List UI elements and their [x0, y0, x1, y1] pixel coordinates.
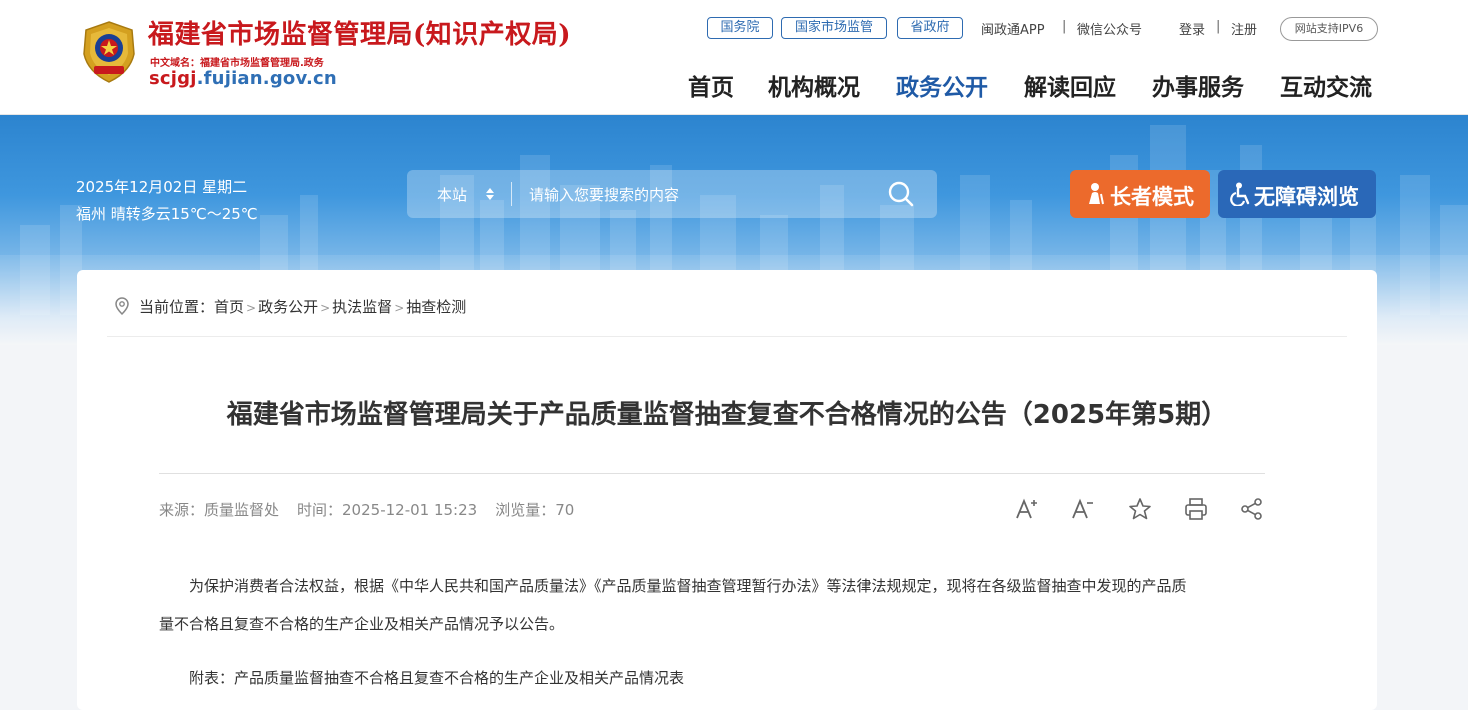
breadcrumb-separator: > — [320, 301, 331, 315]
nav-home[interactable]: 首页 — [688, 68, 734, 102]
paragraph-line: 为保护消费者合法权益，根据《中华人民共和国产品质量法》《产品质量监督抽查管理暂行… — [189, 577, 1187, 595]
search-icon[interactable] — [887, 180, 915, 208]
breadcrumb-gov-affairs[interactable]: 政务公开 — [258, 298, 318, 316]
print-icon[interactable] — [1183, 496, 1209, 522]
article-title: 福建省市场监督管理局关于产品质量监督抽查复查不合格情况的公告（2025年第5期） — [226, 400, 1228, 430]
font-increase-icon[interactable] — [1014, 496, 1040, 522]
elder-mode-label: 长者模式 — [1110, 185, 1194, 209]
article-time: 时间：2025-12-01 15:23 — [297, 501, 478, 519]
nav-about[interactable]: 机构概况 — [768, 68, 860, 102]
nav-interpretation[interactable]: 解读回应 — [1024, 68, 1116, 102]
search-divider — [511, 182, 512, 206]
link-samr[interactable]: 国家市场监管 — [781, 17, 887, 39]
paragraph-line: 量不合格且复查不合格的生产企业及相关产品情况予以公告。 — [159, 615, 565, 633]
location-pin-icon — [115, 297, 129, 316]
search-input[interactable] — [527, 178, 871, 212]
article-views: 浏览量：70 — [495, 501, 575, 519]
link-wechat[interactable]: 微信公众号 — [1077, 19, 1142, 38]
weather-info: 福州 晴转多云15℃～25℃ — [76, 205, 258, 223]
search-bar: 本站 — [407, 170, 937, 218]
link-state-council[interactable]: 国务院 — [707, 17, 773, 39]
breadcrumb-inspection[interactable]: 抽查检测 — [406, 298, 466, 316]
separator: | — [1062, 19, 1067, 34]
share-icon[interactable] — [1239, 496, 1265, 522]
ipv6-badge: 网站支持IPV6 — [1280, 17, 1378, 41]
nav-services[interactable]: 办事服务 — [1152, 68, 1244, 102]
article-paragraph-1: 为保护消费者合法权益，根据《中华人民共和国产品质量法》《产品质量监督抽查管理暂行… — [159, 567, 1265, 643]
accessible-browse-button[interactable]: 无障碍浏览 — [1218, 170, 1376, 218]
separator: | — [1216, 19, 1221, 34]
link-province-gov[interactable]: 省政府 — [897, 17, 963, 39]
elder-person-icon — [1089, 183, 1104, 205]
article-attachment-note: 附表：产品质量监督抽查不合格且复查不合格的生产企业及相关产品情况表 — [189, 669, 685, 687]
register-link[interactable]: 注册 — [1231, 19, 1257, 38]
updown-arrow-icon[interactable] — [485, 185, 495, 203]
article-source: 来源：质量监督处 — [159, 501, 280, 519]
nav-interaction[interactable]: 互动交流 — [1280, 68, 1372, 102]
elder-mode-button[interactable]: 长者模式 — [1070, 170, 1210, 218]
breadcrumb-enforcement[interactable]: 执法监督 — [332, 298, 392, 316]
chinese-domain: 中文域名：福建省市场监督管理局.政务 — [150, 58, 324, 69]
site-domain: scjgj.fujian.gov.cn — [149, 68, 337, 89]
link-app[interactable]: 闽政通APP — [981, 19, 1045, 38]
breadcrumb-divider — [107, 336, 1347, 337]
breadcrumb-separator: > — [246, 301, 257, 315]
breadcrumb-prefix: 当前位置： — [139, 298, 215, 316]
star-favorite-icon[interactable] — [1127, 496, 1153, 522]
domain-prefix: scjgj — [149, 68, 197, 89]
top-links: 国务院 国家市场监管 省政府 闽政通APP | 微信公众号 登录 | 注册 网站… — [0, 17, 1468, 41]
login-link[interactable]: 登录 — [1179, 19, 1205, 38]
breadcrumb-home[interactable]: 首页 — [214, 298, 244, 316]
title-divider — [159, 473, 1265, 474]
domain-suffix: .fujian.gov.cn — [196, 68, 337, 89]
breadcrumb-separator: > — [394, 301, 405, 315]
breadcrumb: 当前位置：首页 > 政务公开 > 执法监督 > 抽查检测 — [139, 296, 466, 317]
search-scope-select[interactable]: 本站 — [437, 184, 467, 205]
font-decrease-icon[interactable] — [1070, 496, 1096, 522]
article-meta: 来源：质量监督处 时间：2025-12-01 15:23 浏览量：70 — [159, 499, 592, 520]
nav-gov-affairs[interactable]: 政务公开 — [896, 68, 988, 102]
site-header: 福建省市场监督管理局(知识产权局) 中文域名：福建省市场监督管理局.政务 scj… — [0, 0, 1468, 115]
accessible-browse-label: 无障碍浏览 — [1254, 185, 1359, 209]
current-date: 2025年12月02日 星期二 — [76, 178, 248, 196]
article-card: 当前位置：首页 > 政务公开 > 执法监督 > 抽查检测 福建省市场监督管理局关于产品质量监… — [77, 270, 1377, 710]
wheelchair-icon — [1230, 182, 1250, 206]
